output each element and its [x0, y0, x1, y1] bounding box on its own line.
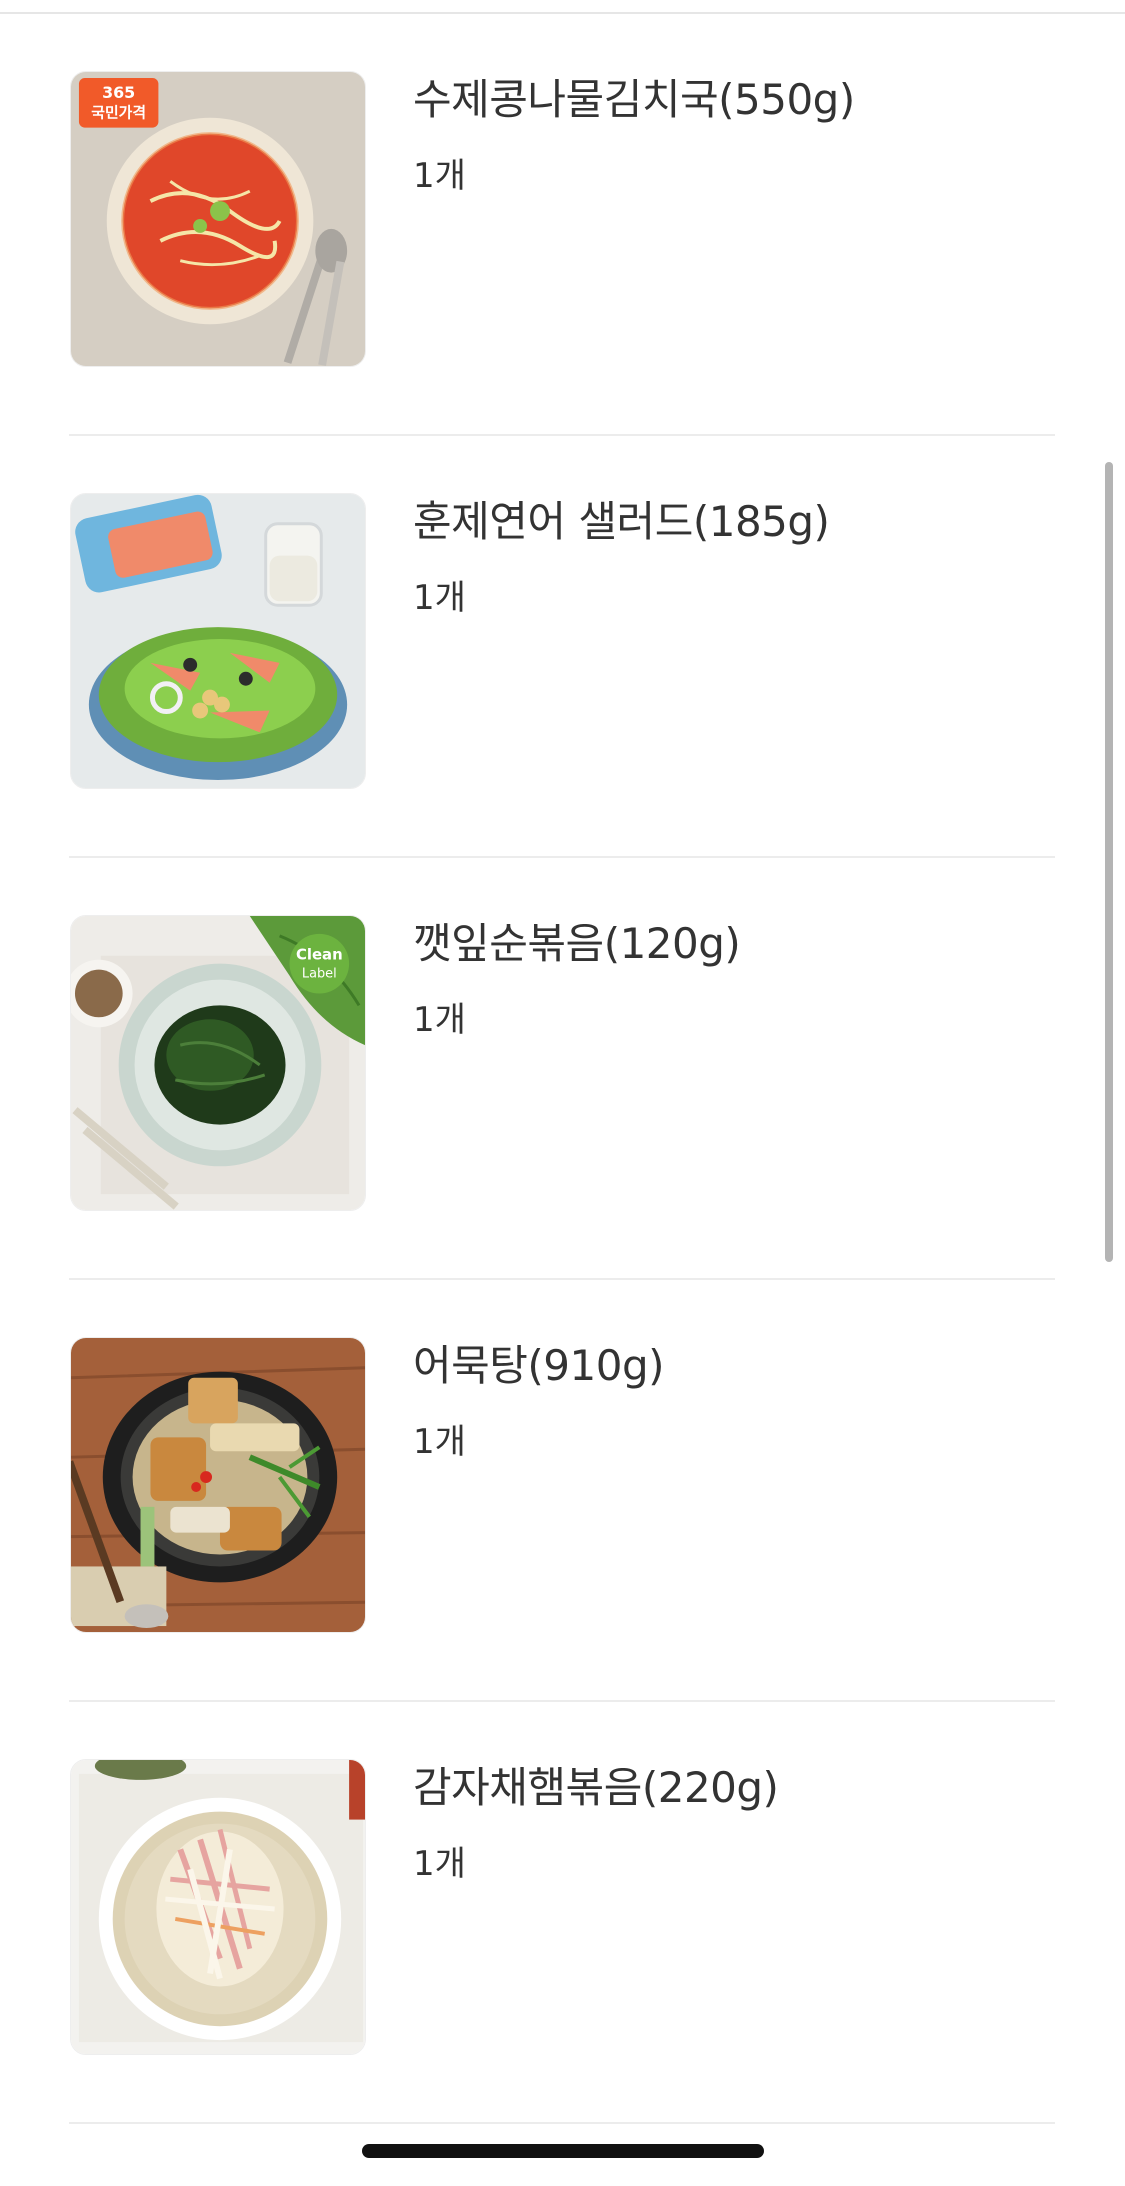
product-quantity: 1개 [413, 1844, 466, 1884]
product-image [70, 1759, 366, 2055]
list-item[interactable]: Clean Label 깻잎순볶음(120g) 1개 [69, 858, 1055, 1280]
home-indicator[interactable] [362, 2144, 764, 2158]
list-item[interactable]: 365 국민가격 수제콩나물김치국(550g) 1개 [69, 14, 1055, 436]
product-image: Clean Label [70, 915, 366, 1211]
potato-ham-stirfry-image [71, 1760, 365, 2054]
product-image: 365 국민가격 [70, 71, 366, 367]
top-divider [0, 0, 1125, 14]
svg-text:Label: Label [302, 967, 337, 982]
product-name: 수제콩나물김치국(550g) [413, 75, 855, 124]
kimchi-soup-image: 365 국민가격 [71, 72, 365, 366]
list-item[interactable]: 훈제연어 샐러드(185g) 1개 [69, 436, 1055, 858]
list-item[interactable]: 감자채햄볶음(220g) 1개 [69, 1702, 1055, 2124]
product-name: 훈제연어 샐러드(185g) [413, 497, 830, 546]
svg-text:Clean: Clean [296, 946, 343, 964]
product-name: 어묵탕(910g) [413, 1341, 665, 1390]
list-item[interactable]: 어묵탕(910g) 1개 [69, 1280, 1055, 1702]
product-name: 깻잎순볶음(120g) [413, 919, 741, 968]
product-list[interactable]: 365 국민가격 수제콩나물김치국(550g) 1개 훈제연어 샐러드(185g… [69, 14, 1055, 2124]
product-quantity: 1개 [413, 1422, 466, 1462]
order-items-screen: 365 국민가격 수제콩나물김치국(550g) 1개 훈제연어 샐러드(185g… [0, 0, 1125, 2186]
product-image [70, 1337, 366, 1633]
product-name: 감자채햄볶음(220g) [413, 1763, 779, 1812]
fishcake-soup-image [71, 1338, 365, 1632]
salmon-salad-image [71, 494, 365, 788]
product-quantity: 1개 [413, 156, 466, 196]
perilla-leaves-image: Clean Label [71, 916, 365, 1210]
product-quantity: 1개 [413, 1000, 466, 1040]
svg-text:365: 365 [102, 83, 135, 102]
product-image [70, 493, 366, 789]
product-quantity: 1개 [413, 578, 466, 618]
svg-text:국민가격: 국민가격 [91, 104, 146, 122]
vertical-scrollbar[interactable] [1105, 462, 1113, 1262]
